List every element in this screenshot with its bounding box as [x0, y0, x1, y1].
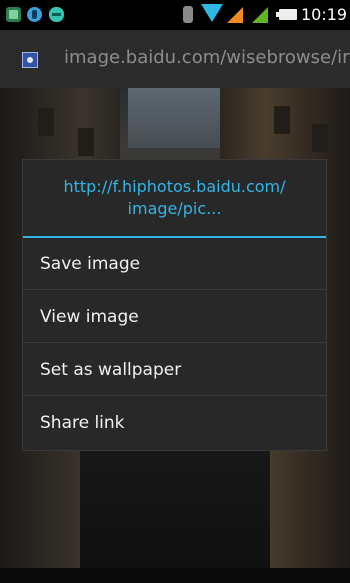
- signal-sim1-icon: [227, 7, 243, 23]
- share-link-item[interactable]: Share link: [23, 397, 326, 449]
- dialog-title-line-1: http://f.hiphotos.baidu.com/: [63, 177, 286, 196]
- save-image-item[interactable]: Save image: [23, 238, 326, 290]
- photo-window: [312, 124, 328, 152]
- battery-icon: [276, 9, 297, 20]
- status-time: 10:19: [301, 5, 348, 24]
- photo-window: [78, 128, 94, 156]
- photo-sky: [128, 88, 220, 148]
- status-bar: 10:19: [0, 0, 350, 30]
- usb-icon: [27, 7, 42, 22]
- app-notification-icon: [6, 7, 21, 22]
- navigation-bar: [0, 568, 350, 583]
- signal-sim2-icon: [252, 7, 268, 23]
- site-favicon-icon: [22, 52, 38, 68]
- url-bar[interactable]: image.baidu.com/wisebrowse/ir: [0, 30, 350, 88]
- photo-window: [274, 106, 290, 134]
- image-context-menu: http://f.hiphotos.baidu.com/ image/pic..…: [23, 160, 326, 450]
- url-text[interactable]: image.baidu.com/wisebrowse/ir: [64, 47, 350, 68]
- dialog-title-line-2: image/pic...: [127, 199, 222, 218]
- wifi-icon: [201, 4, 223, 22]
- photo-window: [38, 108, 54, 136]
- dialog-title: http://f.hiphotos.baidu.com/ image/pic..…: [23, 160, 326, 236]
- bluetooth-icon: [183, 6, 193, 23]
- view-image-item[interactable]: View image: [23, 291, 326, 343]
- set-as-wallpaper-item[interactable]: Set as wallpaper: [23, 344, 326, 396]
- android-icon: [49, 7, 64, 22]
